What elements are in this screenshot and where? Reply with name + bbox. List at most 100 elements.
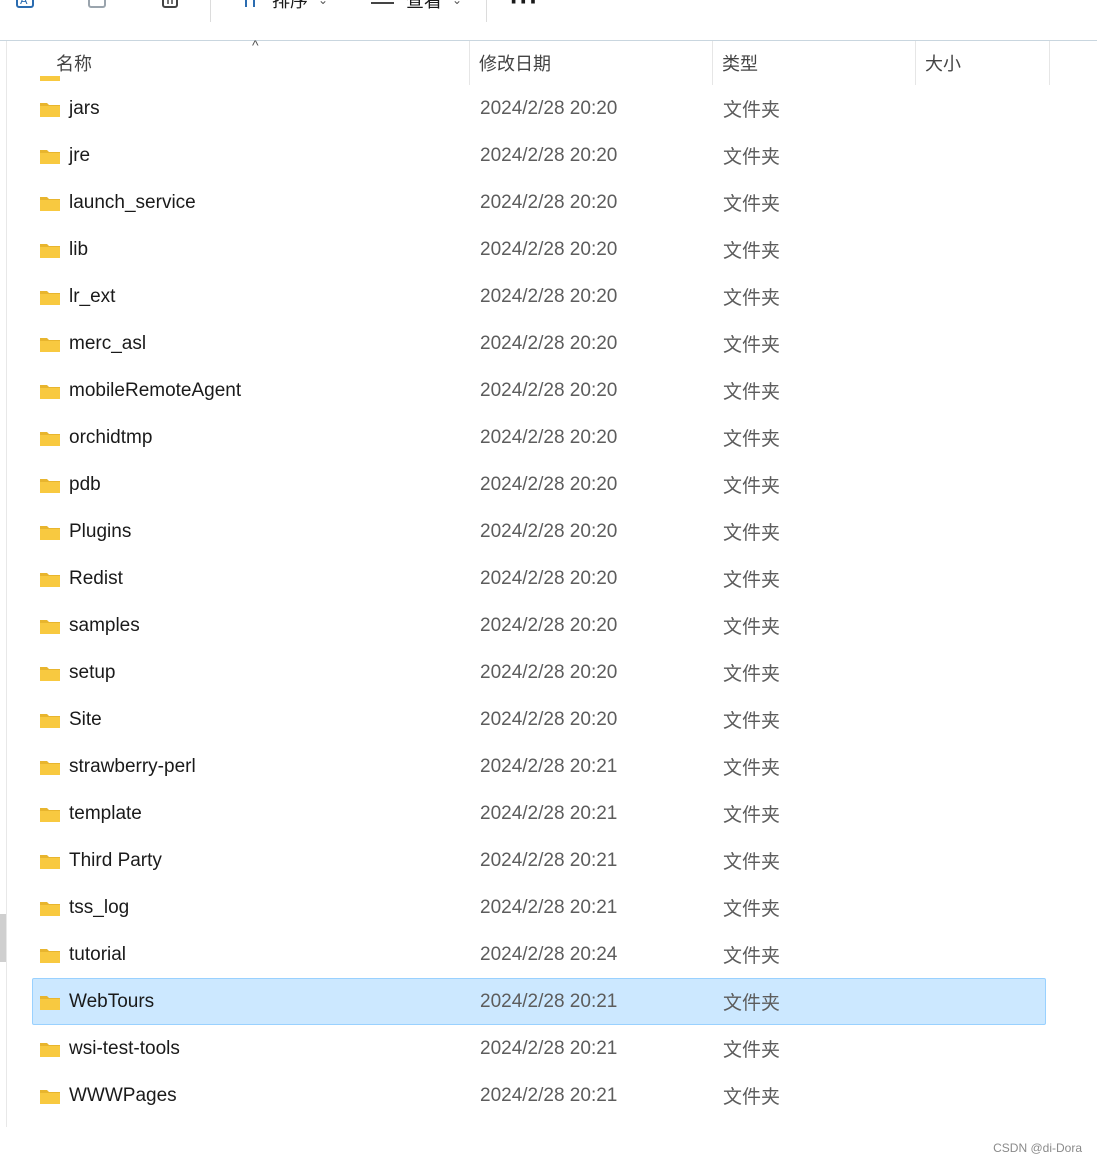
file-modified-date: 2024/2/28 20:20 xyxy=(480,191,618,213)
file-name: jars xyxy=(69,97,100,119)
file-type: 文件夹 xyxy=(723,335,781,356)
copy-path-button[interactable]: A xyxy=(14,0,40,12)
file-name: Third Party xyxy=(69,849,162,871)
file-type: 文件夹 xyxy=(723,711,781,732)
folder-icon xyxy=(39,76,69,82)
table-row[interactable]: Redist 2024/2/28 20:20 文件夹 xyxy=(32,555,1046,602)
table-row[interactable]: lib 2024/2/28 20:20 文件夹 xyxy=(32,226,1046,273)
file-name-cell: Site xyxy=(39,709,102,731)
delete-button[interactable] xyxy=(158,0,184,12)
table-row[interactable]: Site 2024/2/28 20:20 文件夹 xyxy=(32,696,1046,743)
share-button[interactable] xyxy=(86,0,112,12)
file-modified-date: 2024/2/28 20:21 xyxy=(480,990,618,1012)
file-name-cell: samples xyxy=(39,615,140,637)
more-options-button[interactable]: ··· xyxy=(510,0,539,17)
column-header-size-label: 大小 xyxy=(925,54,961,74)
file-modified-date: 2024/2/28 20:20 xyxy=(480,473,618,495)
folder-icon xyxy=(39,147,69,165)
file-type: 文件夹 xyxy=(723,946,781,967)
column-header-name-label: 名称 xyxy=(56,54,92,74)
file-name-cell: pdb xyxy=(39,474,101,496)
file-name-cell: Plugins xyxy=(39,521,131,543)
file-name: samples xyxy=(69,614,140,636)
table-row[interactable]: jre 2024/2/28 20:20 文件夹 xyxy=(32,132,1046,179)
command-bar: A 排序 ⌄ 查看 ⌄ ··· xyxy=(0,0,1097,41)
file-modified-date: 2024/2/28 20:20 xyxy=(480,661,618,683)
file-type: 文件夹 xyxy=(723,993,781,1014)
table-row[interactable]: lr_ext 2024/2/28 20:20 文件夹 xyxy=(32,273,1046,320)
file-type: 文件夹 xyxy=(723,899,781,920)
file-name-cell: tutorial xyxy=(39,944,126,966)
folder-icon xyxy=(39,993,69,1011)
file-modified-date: 2024/2/28 20:20 xyxy=(480,144,618,166)
folder-icon xyxy=(39,1040,69,1058)
folder-icon xyxy=(39,429,69,447)
sort-button[interactable]: 排序 ⌄ xyxy=(240,0,328,12)
table-row[interactable]: jars 2024/2/28 20:20 文件夹 xyxy=(32,85,1046,132)
file-type: 文件夹 xyxy=(723,523,781,544)
folder-icon xyxy=(39,194,69,212)
view-icon xyxy=(370,0,396,11)
table-row[interactable]: launch_service 2024/2/28 20:20 文件夹 xyxy=(32,179,1046,226)
table-row[interactable]: Plugins 2024/2/28 20:20 文件夹 xyxy=(32,508,1046,555)
file-modified-date: 2024/2/28 20:21 xyxy=(480,849,618,871)
table-row[interactable]: wsi-test-tools 2024/2/28 20:21 文件夹 xyxy=(32,1025,1046,1072)
file-name-cell: launch_service xyxy=(39,192,196,214)
table-row[interactable]: WebTours 2024/2/28 20:21 文件夹 xyxy=(32,978,1046,1025)
file-name-cell: orchidtmp xyxy=(39,427,152,449)
table-row[interactable]: Third Party 2024/2/28 20:21 文件夹 xyxy=(32,837,1046,884)
table-row[interactable]: pdb 2024/2/28 20:20 文件夹 xyxy=(32,461,1046,508)
navigation-scrollbar-thumb[interactable] xyxy=(0,914,6,962)
svg-text:A: A xyxy=(20,0,28,7)
table-row[interactable]: orchidtmp 2024/2/28 20:20 文件夹 xyxy=(32,414,1046,461)
file-modified-date: 2024/2/28 20:20 xyxy=(480,285,618,307)
column-divider[interactable] xyxy=(1049,41,1050,85)
folder-icon xyxy=(39,617,69,635)
share-icon xyxy=(86,0,112,11)
file-name: Site xyxy=(69,708,102,730)
file-name: Plugins xyxy=(69,520,132,542)
file-type: 文件夹 xyxy=(723,288,781,309)
file-name: tutorial xyxy=(69,943,127,965)
table-row[interactable]: mobileRemoteAgent 2024/2/28 20:20 文件夹 xyxy=(32,367,1046,414)
file-name: strawberry-perl xyxy=(69,755,196,777)
sort-icon xyxy=(240,0,262,11)
table-row[interactable]: setup 2024/2/28 20:20 文件夹 xyxy=(32,649,1046,696)
folder-icon xyxy=(39,1087,69,1105)
table-row[interactable]: template 2024/2/28 20:21 文件夹 xyxy=(32,790,1046,837)
file-modified-date: 2024/2/28 20:21 xyxy=(480,1037,618,1059)
folder-icon xyxy=(39,899,69,917)
folder-icon xyxy=(39,382,69,400)
table-row[interactable]: merc_asl 2024/2/28 20:20 文件夹 xyxy=(32,320,1046,367)
file-name-cell: merc_asl xyxy=(39,333,146,355)
file-name-cell: template xyxy=(39,803,142,825)
sort-label: 排序 xyxy=(272,0,308,11)
file-name-cell: lr_ext xyxy=(39,286,115,308)
file-name-cell: setup xyxy=(39,662,115,684)
file-name: mobileRemoteAgent xyxy=(69,379,242,401)
file-name: template xyxy=(69,802,142,824)
table-row-partial[interactable] xyxy=(32,75,1046,85)
file-name: lib xyxy=(69,238,89,260)
file-modified-date: 2024/2/28 20:20 xyxy=(480,379,618,401)
table-row[interactable]: strawberry-perl 2024/2/28 20:21 文件夹 xyxy=(32,743,1046,790)
column-header-type-label: 类型 xyxy=(722,54,758,74)
folder-icon xyxy=(39,805,69,823)
file-modified-date: 2024/2/28 20:20 xyxy=(480,520,618,542)
chevron-down-icon: ⌄ xyxy=(318,0,329,7)
file-type: 文件夹 xyxy=(723,805,781,826)
table-row[interactable]: samples 2024/2/28 20:20 文件夹 xyxy=(32,602,1046,649)
table-row[interactable]: tutorial 2024/2/28 20:24 文件夹 xyxy=(32,931,1046,978)
table-row[interactable]: WWWPages 2024/2/28 20:21 文件夹 xyxy=(32,1072,1046,1119)
folder-icon xyxy=(39,664,69,682)
file-type: 文件夹 xyxy=(723,194,781,215)
view-button[interactable]: 查看 ⌄ xyxy=(370,0,462,12)
file-name: orchidtmp xyxy=(69,426,153,448)
file-modified-date: 2024/2/28 20:20 xyxy=(480,426,618,448)
column-header-modified-label: 修改日期 xyxy=(479,54,551,74)
file-name: launch_service xyxy=(69,191,196,213)
file-modified-date: 2024/2/28 20:20 xyxy=(480,567,618,589)
file-name-cell: Redist xyxy=(39,568,123,590)
file-name-cell: Third Party xyxy=(39,850,162,872)
table-row[interactable]: tss_log 2024/2/28 20:21 文件夹 xyxy=(32,884,1046,931)
